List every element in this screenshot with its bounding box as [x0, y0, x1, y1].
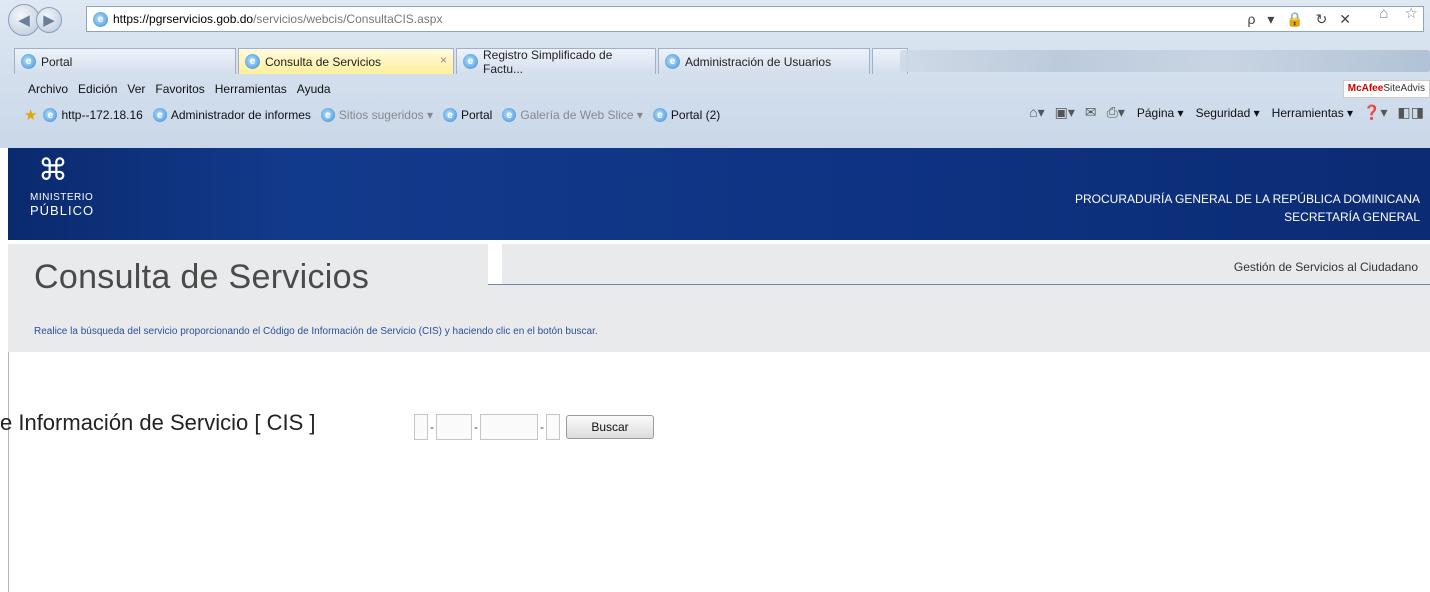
ie-tab-icon: e [665, 54, 680, 69]
ie-page-icon: e [93, 11, 108, 27]
fav-http-172[interactable]: e http--172.18.16 [43, 108, 143, 122]
cis-separator: - [430, 420, 434, 434]
address-row: ◀ ▶ e https://pgrservicios.gob.do/servic… [0, 0, 1430, 40]
cis-separator: - [540, 420, 544, 434]
tab-consulta-de-servicios[interactable]: e Consulta de Servicios × [238, 48, 454, 74]
organization-name: PROCURADURÍA GENERAL DE LA REPÚBLICA DOM… [1075, 190, 1420, 226]
ie-fav-icon: e [320, 108, 335, 122]
blurred-region [900, 50, 1430, 72]
title-notch [488, 244, 502, 284]
ministerio-publico-logo: ⌘ MINISTERIO PÚBLICO [30, 156, 120, 236]
fav-administrador-informes[interactable]: e Administrador de informes [152, 108, 311, 122]
tab-label: Registro Simplificado de Factu... [483, 47, 613, 76]
feeds-icon[interactable]: ▣▾ [1055, 104, 1075, 121]
tab-portal[interactable]: e Portal [14, 48, 236, 74]
mcafee-label: SiteAdvis [1383, 83, 1425, 94]
logo-knot-icon: ⌘ [38, 154, 68, 187]
ie-tab-icon: e [463, 54, 478, 69]
fav-portal-2[interactable]: e Portal (2) [652, 108, 721, 122]
fav-label: Portal (2) [670, 108, 721, 122]
address-tools[interactable]: ρ ▾ 🔒 ↻ ✕ [1248, 11, 1355, 28]
menu-favoritos[interactable]: Favoritos [155, 82, 204, 96]
fav-label: Administrador de informes [170, 108, 311, 122]
gestion-servicios-link[interactable]: Gestión de Servicios al Ciudadano [1234, 260, 1418, 274]
mcafee-brand: McAfee [1347, 83, 1384, 94]
cis-form: - - - Buscar [414, 414, 654, 440]
home-icon[interactable]: ⌂▾ [1029, 104, 1044, 121]
title-rule [488, 284, 1430, 285]
tab-label: Consulta de Servicios [265, 54, 382, 69]
page-title-band: Consulta de Servicios Gestión de Servici… [8, 244, 1430, 352]
address-bar[interactable]: e https://pgrservicios.gob.do/servicios/… [86, 6, 1424, 32]
fav-label: Sitios sugeridos ▾ [338, 108, 433, 122]
url-path: /servicios/webcis/ConsultaCIS.aspx [253, 12, 443, 26]
tab-label: Administración de Usuarios [685, 54, 832, 69]
instructions-text: Realice la búsqueda del servicio proporc… [34, 326, 598, 337]
logo-line2: PÚBLICO [30, 203, 95, 218]
buscar-button[interactable]: Buscar [566, 415, 654, 439]
fav-portal[interactable]: e Portal [443, 108, 492, 122]
tab-label: Portal [41, 54, 73, 69]
site-header: ⌘ MINISTERIO PÚBLICO PROCURADURÍA GENERA… [8, 148, 1430, 240]
menu-herramientas-cmd[interactable]: Herramientas ▾ [1272, 106, 1353, 120]
cis-separator: - [474, 420, 478, 434]
menu-pagina[interactable]: Página ▾ [1137, 106, 1184, 120]
ie-fav-icon: e [502, 108, 517, 122]
cis-part-1-input[interactable] [414, 414, 428, 440]
ie-tab-icon: e [21, 54, 36, 69]
ie-fav-icon: e [652, 108, 667, 122]
fav-sitios-sugeridos[interactable]: e Sitios sugeridos ▾ [320, 108, 433, 122]
addon-icon[interactable]: ◧◨ [1398, 104, 1424, 121]
fav-label: Galería de Web Slice ▾ [520, 108, 643, 122]
print-icon[interactable]: ⎙▾ [1107, 104, 1125, 121]
home-favorites-icons[interactable]: ⌂ ☆ [1379, 4, 1424, 22]
menu-ver[interactable]: Ver [127, 82, 145, 96]
close-tab-icon[interactable]: × [440, 53, 447, 67]
logo-line1: MINISTERIO [30, 192, 94, 203]
tab-administracion-usuarios[interactable]: e Administración de Usuarios [658, 48, 870, 74]
menu-ayuda[interactable]: Ayuda [297, 82, 331, 96]
mcafee-siteadvisor-button[interactable]: McAfeeSiteAdvis [1342, 80, 1430, 98]
url-host: https://pgrservicios.gob.do [113, 12, 254, 26]
page-title: Consulta de Servicios [34, 258, 370, 296]
ie-tab-icon: e [245, 54, 260, 69]
menu-archivo[interactable]: Archivo [28, 82, 68, 96]
ie-fav-icon: e [43, 108, 58, 122]
favorites-star-icon[interactable]: ★ [24, 106, 37, 124]
forward-arrow-icon: ▶ [43, 12, 55, 29]
menu-herramientas[interactable]: Herramientas [215, 82, 287, 96]
cis-part-4-input[interactable] [546, 414, 560, 440]
command-bar: ⌂▾ ▣▾ ✉ ⎙▾ Página ▾ Seguridad ▾ Herramie… [1019, 104, 1424, 121]
mail-icon[interactable]: ✉ [1085, 104, 1097, 121]
ie-fav-icon: e [152, 108, 167, 122]
fav-label: Portal [461, 108, 493, 122]
menu-seguridad[interactable]: Seguridad ▾ [1196, 106, 1260, 120]
browser-chrome: ◀ ▶ e https://pgrservicios.gob.do/servic… [0, 0, 1430, 148]
back-arrow-icon: ◀ [18, 12, 30, 29]
fav-label: http--172.18.16 [61, 108, 143, 122]
cis-part-2-input[interactable] [436, 414, 472, 440]
cis-label: e Información de Servicio [ CIS ] [0, 410, 316, 435]
ie-fav-icon: e [443, 108, 457, 122]
help-icon[interactable]: ❓▾ [1363, 104, 1387, 121]
cis-part-3-input[interactable] [480, 414, 538, 440]
tab-registro-simplificado[interactable]: e Registro Simplificado de Factu... [456, 47, 656, 76]
forward-button[interactable]: ▶ [36, 7, 62, 33]
menu-bar: Archivo Edición Ver Favoritos Herramient… [0, 78, 1430, 100]
menu-edicion[interactable]: Edición [78, 82, 117, 96]
org-line2: SECRETARÍA GENERAL [1284, 210, 1420, 224]
org-line1: PROCURADURÍA GENERAL DE LA REPÚBLICA DOM… [1075, 192, 1420, 206]
fav-galeria-web-slice[interactable]: e Galería de Web Slice ▾ [502, 108, 643, 122]
